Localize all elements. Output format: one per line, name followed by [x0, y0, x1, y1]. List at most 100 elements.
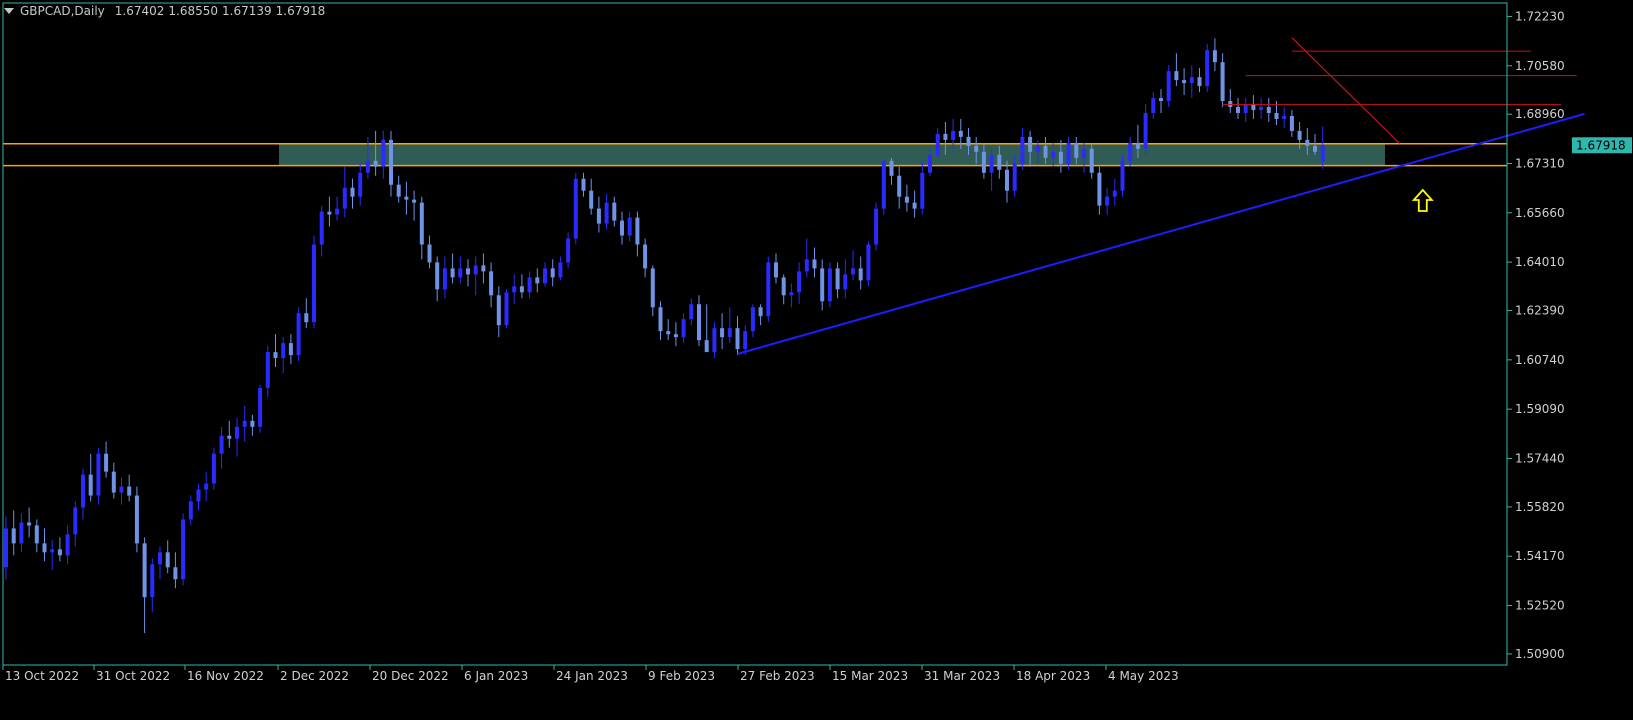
- candle-body: [1220, 62, 1225, 102]
- low-price: 1.67139: [222, 4, 272, 18]
- candle-body: [1128, 142, 1133, 161]
- candle-body: [1197, 77, 1202, 87]
- chart-canvas[interactable]: 1.72230 1.70580 1.68960 1.67310 1.65660 1.640…: [0, 0, 1633, 716]
- candle-body: [1120, 160, 1125, 191]
- x-tick-label: 13 Oct 2022: [5, 669, 79, 683]
- candle-body: [288, 343, 293, 356]
- candle-body: [543, 268, 547, 284]
- candle-body: [242, 420, 247, 427]
- candle-body: [974, 145, 979, 152]
- candle-body: [1205, 50, 1210, 87]
- candle-body: [989, 154, 994, 173]
- candle-body: [912, 202, 917, 209]
- y-tick-label: 1.50900: [1515, 647, 1565, 661]
- candle: [827, 262, 832, 308]
- y-tick-label: 1.57440: [1515, 451, 1565, 465]
- candle: [881, 160, 886, 215]
- y-tick-label: 1.70580: [1515, 59, 1565, 73]
- candle-body: [327, 211, 332, 215]
- candle-body: [19, 522, 24, 544]
- y-tick-label: 1.65660: [1515, 206, 1565, 220]
- candle: [866, 241, 871, 287]
- x-tick-label: 2 Dec 2022: [280, 669, 349, 683]
- candle-body: [350, 187, 355, 197]
- candle-body: [50, 549, 55, 553]
- symbol-name: GBPCAD,Daily: [20, 4, 105, 18]
- candle: [504, 289, 509, 329]
- candle-body: [550, 268, 555, 278]
- candle-body: [1035, 145, 1040, 152]
- candle-body: [358, 172, 363, 197]
- candle-body: [658, 307, 663, 332]
- candle-body: [928, 154, 932, 173]
- candle-body: [697, 304, 701, 341]
- candle-body: [127, 486, 132, 496]
- candle-body: [904, 196, 909, 203]
- candle-body: [1189, 77, 1194, 84]
- chevron-down-icon[interactable]: [4, 8, 14, 14]
- candlestick-chart[interactable]: 1.72230 1.70580 1.68960 1.67310 1.65660 1.640…: [0, 0, 1633, 716]
- x-tick-label: 6 Jan 2023: [464, 669, 528, 683]
- candle-body: [81, 474, 85, 508]
- candle-body: [735, 328, 740, 350]
- candle-body: [558, 262, 563, 278]
- candle-body: [57, 549, 62, 556]
- candle-body: [1112, 190, 1117, 197]
- candle-body: [727, 328, 732, 338]
- candle-body: [458, 268, 463, 278]
- candle-body: [527, 277, 532, 293]
- candle-body: [27, 522, 32, 526]
- candle-body: [412, 199, 417, 203]
- candle-body: [1274, 112, 1279, 119]
- candle-body: [173, 567, 178, 580]
- candle-body: [827, 268, 832, 302]
- candle-body: [1305, 139, 1310, 146]
- candle-body: [720, 328, 725, 338]
- candle-body: [581, 178, 586, 191]
- x-tick-label: 31 Mar 2023: [924, 669, 1000, 683]
- candle-body: [489, 271, 494, 296]
- candle-body: [389, 139, 393, 185]
- candle-body: [1082, 148, 1086, 158]
- candle-body: [481, 265, 486, 272]
- candle: [258, 384, 263, 433]
- candle-body: [1236, 107, 1240, 113]
- candle-body: [812, 259, 817, 269]
- candle-body: [1143, 112, 1148, 149]
- candle-body: [712, 328, 717, 353]
- y-tick-label: 1.64010: [1515, 255, 1565, 269]
- candle-body: [258, 387, 263, 427]
- y-tick-label: 1.55820: [1515, 500, 1565, 514]
- symbol-header: GBPCAD,Daily 1.67402 1.68550 1.67139 1.6…: [4, 4, 325, 18]
- candle-body: [73, 507, 78, 535]
- candle-body: [119, 486, 124, 493]
- y-tick-label: 1.60740: [1515, 353, 1565, 367]
- candle-body: [165, 552, 170, 568]
- candle-body: [473, 265, 478, 275]
- candle-body: [820, 268, 825, 302]
- current-price-label: 1.67918: [1576, 138, 1626, 152]
- support-zone: [279, 143, 1385, 166]
- candle-body: [1320, 145, 1325, 161]
- candle-body: [1259, 107, 1264, 110]
- x-tick-label: 18 Apr 2023: [1016, 669, 1090, 683]
- candle-body: [504, 292, 509, 326]
- candle: [1205, 44, 1210, 93]
- candle-body: [566, 238, 571, 263]
- candle-body: [843, 274, 848, 290]
- candle-body: [319, 211, 324, 245]
- candle-body: [365, 160, 370, 173]
- candle-body: [789, 292, 794, 296]
- candle-body: [1266, 107, 1271, 113]
- candle-body: [1074, 142, 1079, 158]
- candle-body: [373, 160, 378, 167]
- candle-body: [235, 426, 239, 439]
- candle-body: [196, 489, 201, 502]
- candle-body: [42, 543, 47, 553]
- candle-body: [181, 519, 186, 580]
- candle-body: [96, 453, 101, 496]
- candle-body: [134, 495, 139, 544]
- candle-body: [1159, 98, 1163, 102]
- candle-body: [211, 453, 216, 484]
- x-tick-label: 31 Oct 2022: [96, 669, 170, 683]
